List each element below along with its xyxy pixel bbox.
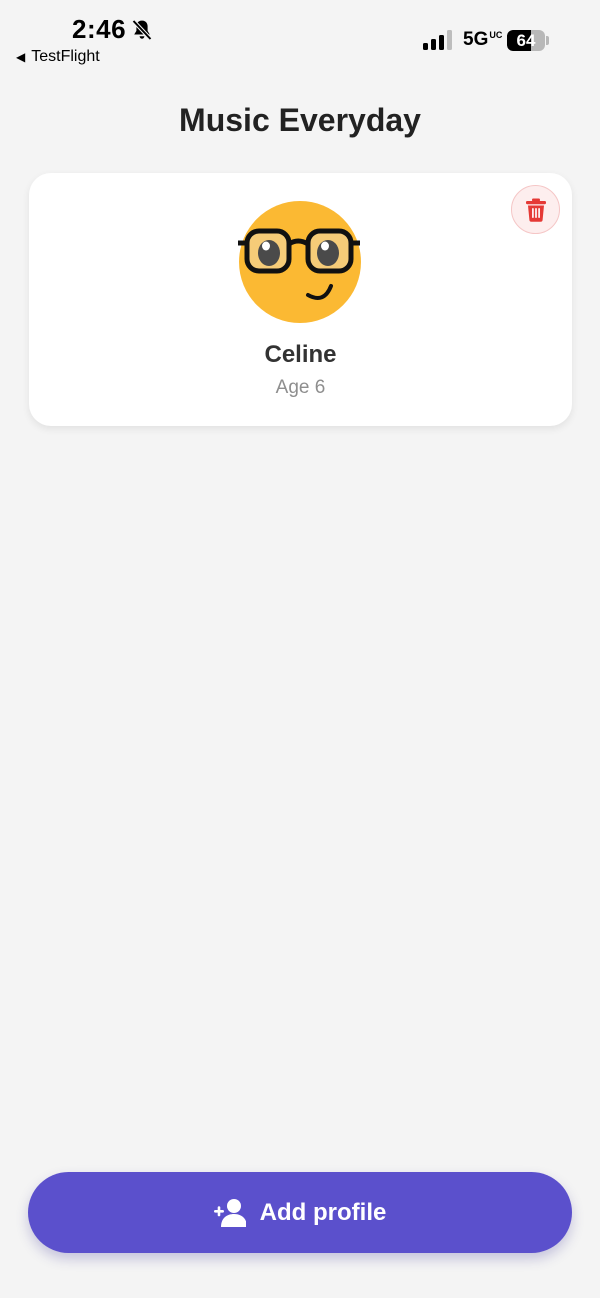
status-time: 2:46: [72, 14, 127, 44]
signal-bars-icon: [423, 30, 452, 50]
battery-cap: [546, 36, 549, 45]
back-to-testflight-link[interactable]: ◀ TestFlight: [16, 48, 100, 66]
add-profile-button[interactable]: Add profile: [28, 1172, 572, 1253]
delete-profile-button[interactable]: [511, 185, 560, 234]
network-indicator: 5G UC: [463, 29, 503, 51]
back-link-label: TestFlight: [31, 48, 100, 65]
profile-card[interactable]: Celine Age 6: [29, 173, 572, 426]
profile-age: Age 6: [275, 377, 326, 398]
back-caret-icon: ◀: [16, 50, 26, 64]
trash-icon: [525, 198, 546, 222]
bell-slash-icon: [132, 19, 152, 41]
profile-name: Celine: [264, 341, 337, 368]
status-bar: 2:46 ◀ TestFlight 5G UC 64: [0, 0, 600, 72]
battery-icon: 64: [507, 30, 545, 51]
person-plus-icon: [213, 1198, 246, 1227]
add-profile-label: Add profile: [259, 1198, 387, 1226]
page-title: Music Everyday: [179, 102, 421, 138]
battery-percent: 64: [516, 31, 536, 50]
network-type: 5G: [463, 29, 489, 50]
nerd-face-icon: [238, 201, 361, 323]
network-suffix: UC: [489, 30, 503, 40]
